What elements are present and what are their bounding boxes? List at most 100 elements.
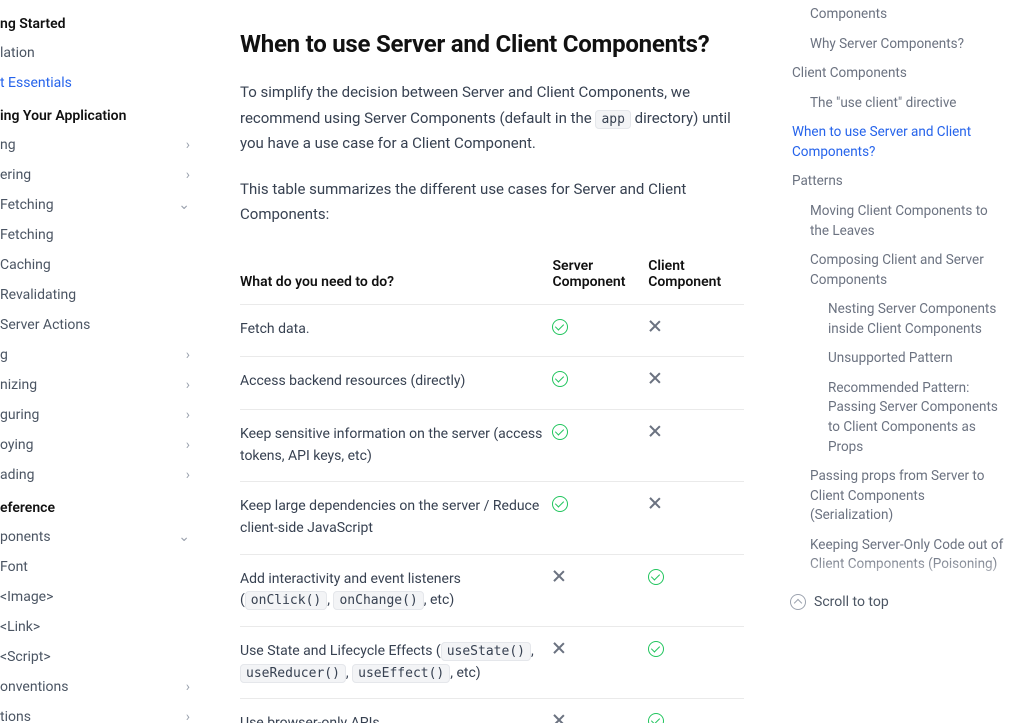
sidebar-section-title: ing Your Application	[0, 98, 200, 130]
chevron-right-icon: ›	[186, 347, 190, 363]
sidebar-section-title: ng Started	[0, 6, 200, 38]
sidebar-subitem[interactable]: Caching	[0, 250, 200, 280]
cell-server	[552, 482, 648, 554]
sidebar-item[interactable]: ading›	[0, 460, 200, 490]
sidebar-item[interactable]: t Essentials	[0, 68, 200, 98]
sidebar-item[interactable]: lation	[0, 38, 200, 68]
sidebar-item[interactable]: ering ›	[0, 160, 200, 190]
cell-what: Use browser-only APIs	[240, 699, 552, 723]
table-of-contents: ComponentsWhy Server Components?Client C…	[774, 0, 1024, 723]
table-row: Fetch data.	[240, 304, 744, 357]
x-icon	[552, 713, 566, 723]
sidebar-subitem[interactable]: Revalidating	[0, 280, 200, 310]
table-row: Access backend resources (directly)	[240, 357, 744, 410]
chevron-right-icon: ›	[186, 467, 190, 483]
sidebar-item-label: ering	[0, 167, 31, 183]
toc-item[interactable]: Composing Client and Server Components	[782, 246, 1008, 295]
sidebar-item-label: ponents	[0, 529, 51, 545]
scroll-to-top-button[interactable]: Scroll to top	[782, 580, 1008, 610]
cell-what: Keep large dependencies on the server / …	[240, 482, 552, 554]
x-icon	[648, 371, 662, 385]
sidebar-item[interactable]: Fetching⌄	[0, 190, 200, 220]
sidebar-subitem[interactable]: <Link>	[0, 612, 200, 642]
main-content: When to use Server and Client Components…	[200, 0, 774, 723]
chevron-right-icon: ›	[186, 377, 190, 393]
chevron-right-icon: ›	[186, 407, 190, 423]
toc-item[interactable]: The "use client" directive	[782, 89, 1008, 119]
sidebar-item[interactable]: ponents⌄	[0, 522, 200, 552]
sidebar-section-title: eference	[0, 490, 200, 522]
sidebar-item-label: onventions	[0, 679, 69, 695]
table-row: Keep large dependencies on the server / …	[240, 482, 744, 554]
toc-item[interactable]: Unsupported Pattern	[782, 344, 1008, 374]
cell-server	[552, 304, 648, 357]
toc-item[interactable]: Moving Client Components to the Leaves	[782, 197, 1008, 246]
toc-item[interactable]: Why Server Components?	[782, 30, 1008, 60]
toc-item[interactable]: Recommended Pattern: Passing Server Comp…	[782, 374, 1008, 462]
code-snippet: useEffect()	[352, 664, 450, 683]
sidebar-item-label: lation	[0, 45, 35, 61]
cell-what: Add interactivity and event listeners (o…	[240, 554, 552, 626]
code-snippet: onChange()	[333, 591, 423, 610]
th-server: Server Component	[552, 248, 648, 305]
chevron-down-icon: ⌄	[178, 197, 190, 213]
th-what: What do you need to do?	[240, 248, 552, 305]
toc-item[interactable]: Components	[782, 0, 1008, 30]
x-icon	[648, 319, 662, 333]
sidebar-item-label: ng	[0, 137, 16, 153]
cell-client	[648, 357, 744, 410]
check-circle-icon	[648, 641, 664, 657]
cell-client	[648, 304, 744, 357]
check-circle-icon	[552, 371, 568, 387]
cell-what: Use State and Lifecycle Effects (useStat…	[240, 627, 552, 699]
cell-server	[552, 699, 648, 723]
sidebar-item-label: oying	[0, 437, 34, 453]
intro-paragraph-2: This table summarizes the different use …	[240, 177, 744, 228]
sidebar-item[interactable]: tions ›	[0, 702, 200, 723]
toc-item[interactable]: Nesting Server Components inside Client …	[782, 295, 1008, 344]
toc-item[interactable]: Keeping Server-Only Code out of Client C…	[782, 531, 1008, 580]
sidebar-item[interactable]: nizing ›	[0, 370, 200, 400]
sidebar-item[interactable]: ng ›	[0, 130, 200, 160]
usecase-table: What do you need to do? Server Component…	[240, 248, 744, 723]
code-app: app	[595, 110, 630, 129]
sidebar-subitem[interactable]: Fetching	[0, 220, 200, 250]
check-circle-icon	[648, 713, 664, 723]
cell-server	[552, 409, 648, 481]
x-icon	[648, 496, 662, 510]
sidebar-item-label: tions	[0, 709, 31, 723]
cell-client	[648, 554, 744, 626]
sidebar-item-label: nizing	[0, 377, 37, 393]
table-row: Use browser-only APIs	[240, 699, 744, 723]
sidebar-item-label: t Essentials	[0, 75, 72, 91]
chevron-right-icon: ›	[186, 437, 190, 453]
sidebar-item[interactable]: g›	[0, 340, 200, 370]
toc-item[interactable]: Passing props from Server to Client Comp…	[782, 462, 1008, 531]
cell-what: Access backend resources (directly)	[240, 357, 552, 410]
sidebar-item-label: guring	[0, 407, 39, 423]
page-title: When to use Server and Client Components…	[240, 30, 744, 58]
sidebar-subitem[interactable]: Font	[0, 552, 200, 582]
sidebar-item-label: g	[0, 347, 8, 363]
sidebar-item[interactable]: oying ›	[0, 430, 200, 460]
code-snippet: useState()	[441, 642, 531, 661]
cell-server	[552, 554, 648, 626]
cell-client	[648, 699, 744, 723]
chevron-right-icon: ›	[186, 709, 190, 723]
chevron-right-icon: ›	[186, 137, 190, 153]
cell-server	[552, 627, 648, 699]
sidebar-subitem[interactable]: Server Actions	[0, 310, 200, 340]
cell-what: Keep sensitive information on the server…	[240, 409, 552, 481]
code-snippet: onClick()	[245, 591, 327, 610]
check-circle-icon	[552, 319, 568, 335]
toc-item[interactable]: Client Components	[782, 59, 1008, 89]
chevron-right-icon: ›	[186, 167, 190, 183]
sidebar-item[interactable]: onventions›	[0, 672, 200, 702]
sidebar-subitem[interactable]: <Script>	[0, 642, 200, 672]
sidebar-subitem[interactable]: <Image>	[0, 582, 200, 612]
toc-item[interactable]: When to use Server and Client Components…	[782, 118, 1008, 167]
table-row: Use State and Lifecycle Effects (useStat…	[240, 627, 744, 699]
table-row: Add interactivity and event listeners (o…	[240, 554, 744, 626]
toc-item[interactable]: Patterns	[782, 167, 1008, 197]
sidebar-item[interactable]: guring ›	[0, 400, 200, 430]
